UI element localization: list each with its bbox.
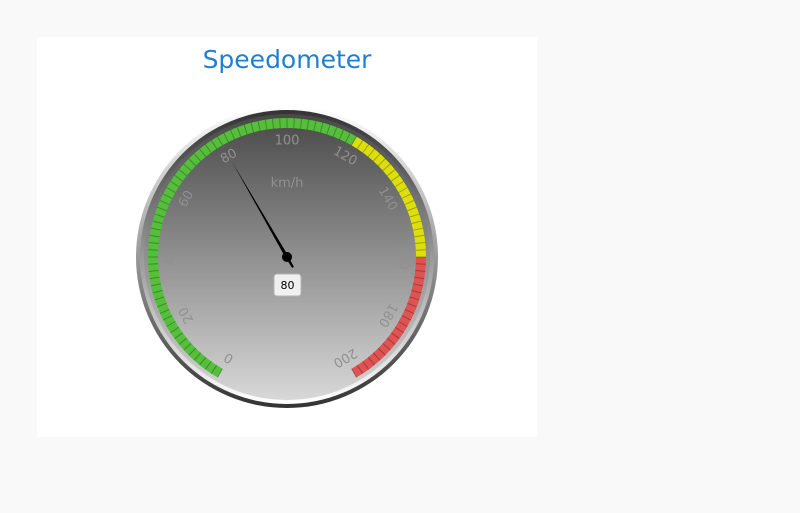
tick-label-160: 160 bbox=[396, 245, 411, 270]
needle-pivot bbox=[282, 252, 292, 262]
minor-tick bbox=[415, 263, 426, 265]
minor-tick bbox=[148, 249, 159, 251]
minor-tick bbox=[148, 263, 159, 265]
value-box-label: 80 bbox=[281, 279, 295, 292]
minor-tick bbox=[279, 118, 281, 129]
unit-label: km/h bbox=[271, 176, 304, 191]
tick-label-100: 100 bbox=[275, 134, 300, 149]
value-box: 80 bbox=[273, 273, 302, 297]
chart-panel: Speedometer 0 20 40 60 80 100 120 140 160 180 200 … bbox=[37, 37, 537, 437]
minor-tick bbox=[415, 249, 426, 251]
tick-label-40: 40 bbox=[164, 249, 179, 266]
speedometer-gauge: 020406080100120140160180200 km/h 80 bbox=[136, 106, 438, 408]
minor-tick bbox=[293, 118, 295, 129]
